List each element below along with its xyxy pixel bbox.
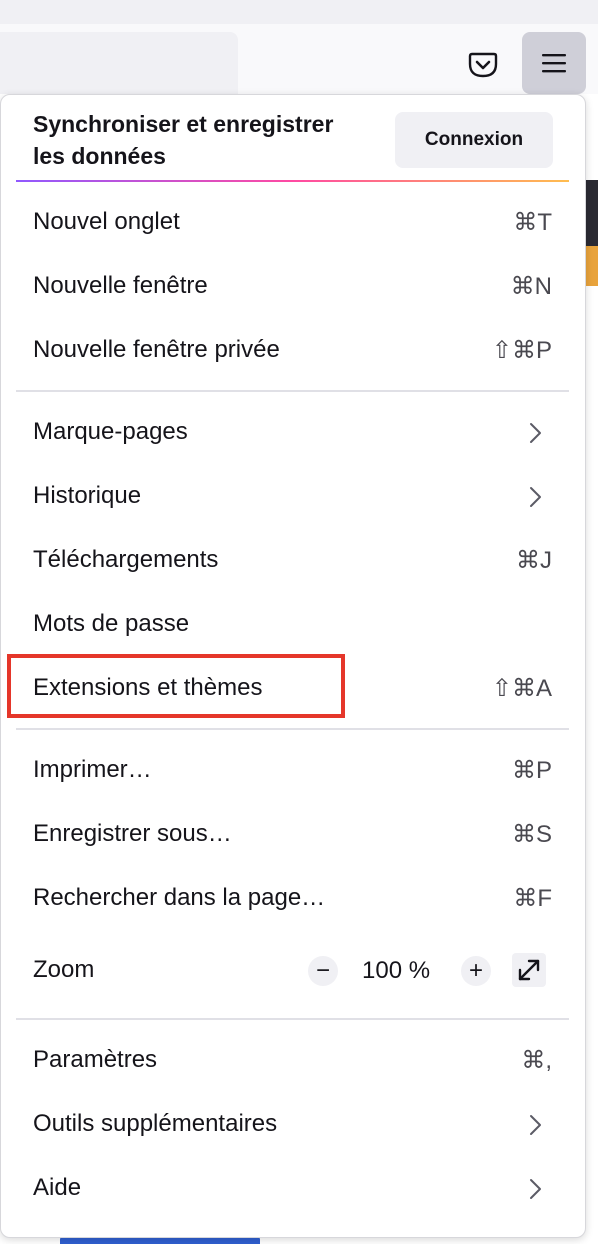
menu-item-bookmarks[interactable]: Marque-pages: [16, 405, 569, 461]
chevron-right-icon: [530, 1179, 541, 1199]
menu-item-more-tools[interactable]: Outils supplémentaires: [16, 1097, 569, 1153]
menu-item-label: Mots de passe: [33, 610, 190, 637]
menu-item-find-in-page[interactable]: Rechercher dans la page… ⌘F: [16, 871, 569, 927]
menu-separator: [16, 390, 569, 392]
chevron-right-icon: [530, 487, 541, 507]
menu-item-new-tab[interactable]: Nouvel onglet ⌘T: [16, 195, 569, 251]
menu-item-shortcut: ⌘T: [513, 209, 552, 236]
menu-item-label: Nouvelle fenêtre: [33, 272, 208, 299]
menu-item-label: Téléchargements: [33, 546, 219, 573]
menu-item-save-as[interactable]: Enregistrer sous… ⌘S: [16, 807, 569, 863]
url-bar[interactable]: [0, 32, 238, 94]
zoom-out-button[interactable]: −: [308, 956, 338, 986]
menu-item-shortcut: ⌘S: [511, 821, 552, 848]
menu-item-history[interactable]: Historique: [16, 469, 569, 525]
menu-item-shortcut: ⌘,: [521, 1047, 552, 1074]
app-menu-button[interactable]: [522, 32, 586, 94]
menu-item-label: Nouvel onglet: [33, 208, 180, 235]
page-content-edge-accent: [585, 246, 598, 286]
menu-item-label: Outils supplémentaires: [33, 1110, 278, 1137]
menu-item-shortcut: ⌘P: [511, 757, 552, 784]
menu-item-label: Imprimer…: [33, 756, 152, 783]
menu-item-shortcut: ⌘N: [510, 273, 552, 300]
hamburger-icon: [542, 54, 566, 73]
menu-item-shortcut: ⌘F: [513, 885, 552, 912]
fullscreen-icon: [518, 959, 540, 981]
sync-accent-divider: [16, 180, 569, 182]
menu-item-passwords[interactable]: Mots de passe: [16, 597, 569, 653]
minus-icon: −: [315, 957, 330, 984]
menu-item-label: Marque-pages: [33, 418, 188, 445]
menu-item-label: Nouvelle fenêtre privée: [33, 336, 280, 363]
menu-item-label: Paramètres: [33, 1046, 158, 1073]
zoom-label: Zoom: [33, 956, 95, 983]
zoom-level-reset[interactable]: 100 %: [362, 957, 430, 985]
sync-title: Synchroniser et enregistrer les données: [33, 111, 334, 169]
window-top-strip: [0, 0, 598, 24]
pocket-button[interactable]: [463, 46, 503, 84]
menu-item-shortcut: ⌘J: [516, 547, 552, 574]
menu-item-label: Enregistrer sous…: [33, 820, 232, 847]
pocket-icon: [468, 52, 498, 78]
fullscreen-button[interactable]: [512, 953, 546, 987]
menu-item-print[interactable]: Imprimer… ⌘P: [16, 743, 569, 799]
chevron-right-icon: [530, 423, 541, 443]
menu-separator: [16, 728, 569, 730]
menu-item-shortcut: ⇧⌘P: [491, 337, 552, 364]
page-content-edge: [585, 180, 598, 246]
menu-item-label: Historique: [33, 482, 142, 509]
menu-item-shortcut: ⇧⌘A: [491, 675, 552, 702]
login-button[interactable]: Connexion: [395, 112, 553, 168]
zoom-in-button[interactable]: +: [461, 956, 491, 986]
menu-item-new-window[interactable]: Nouvelle fenêtre ⌘N: [16, 259, 569, 315]
plus-icon: +: [468, 957, 483, 984]
menu-item-settings[interactable]: Paramètres ⌘,: [16, 1033, 569, 1089]
highlight-annotation-box: [7, 654, 345, 718]
menu-item-label: Rechercher dans la page…: [33, 884, 326, 911]
menu-item-downloads[interactable]: Téléchargements ⌘J: [16, 533, 569, 589]
menu-item-label: Aide: [33, 1174, 82, 1201]
menu-item-new-private-window[interactable]: Nouvelle fenêtre privée ⇧⌘P: [16, 323, 569, 379]
menu-separator: [16, 1018, 569, 1020]
menu-item-help[interactable]: Aide: [16, 1161, 569, 1217]
chevron-right-icon: [530, 1115, 541, 1135]
